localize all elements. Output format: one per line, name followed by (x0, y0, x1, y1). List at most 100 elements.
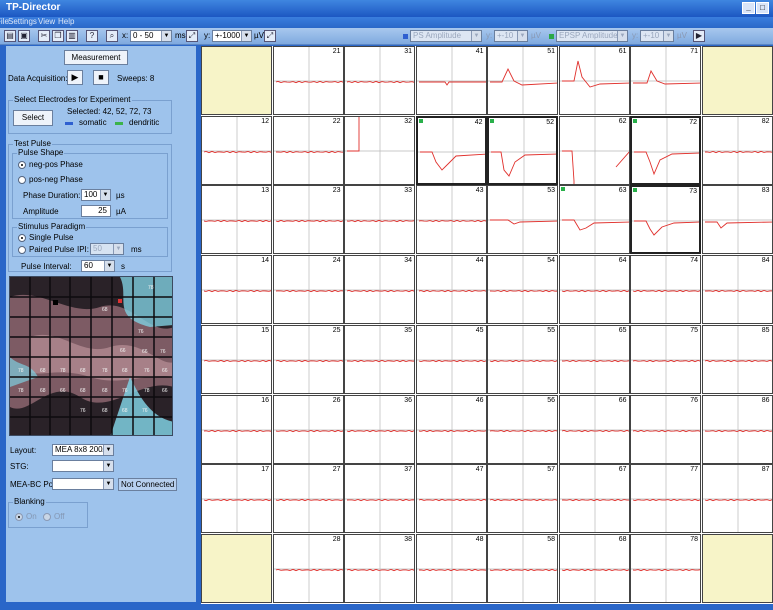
electrode-cell[interactable]: 51 (487, 46, 558, 115)
electrode-cell[interactable]: 43 (415, 185, 487, 255)
electrode-cell[interactable]: 24 (272, 255, 344, 325)
electrode-cell[interactable]: 55 (487, 324, 558, 394)
electrode-cell[interactable]: 27 (272, 464, 344, 534)
maximize-button[interactable]: □ (756, 2, 769, 14)
electrode-cell[interactable]: 35 (344, 324, 415, 394)
select-button[interactable]: Select (13, 110, 53, 126)
electrode-cell[interactable]: 82 (701, 115, 773, 185)
stg-select[interactable]: ▼ (52, 460, 114, 472)
autoscale-y-icon[interactable]: ⤢ (264, 30, 276, 42)
blanking-on-radio[interactable] (15, 513, 23, 521)
autoscale-x-icon[interactable]: ⤢ (186, 30, 198, 42)
meabc-port-select[interactable]: ▼ (52, 478, 114, 490)
electrode-cell[interactable]: 31 (344, 46, 415, 115)
electrode-cell[interactable]: 87 (701, 464, 773, 534)
menu-help[interactable]: Help (58, 17, 74, 26)
electrode-cell[interactable]: 71 (630, 46, 701, 115)
electrode-cell[interactable]: 58 (487, 533, 558, 603)
electrode-cell[interactable]: 75 (630, 324, 701, 394)
ipi-select[interactable]: 50 ▼ (90, 243, 124, 255)
play-small-icon[interactable]: ▶ (693, 30, 705, 42)
save-icon[interactable]: ▣ (18, 30, 30, 42)
electrode-cell[interactable]: 65 (558, 324, 630, 394)
electrode-cell[interactable] (201, 533, 272, 603)
pulse-interval-select[interactable]: 60 ▼ (81, 260, 115, 272)
electrode-cell[interactable]: 57 (487, 464, 558, 534)
electrode-cell[interactable]: 54 (487, 255, 558, 325)
electrode-cell[interactable]: 37 (344, 464, 415, 534)
electrode-cell[interactable]: 36 (344, 394, 415, 464)
electrode-cell[interactable]: 73 (630, 185, 701, 255)
tissue-photo[interactable]: 68 78 76 66 66 76 78 68 78 68 78 68 76 66 78 68 66 68 68 76… (9, 276, 173, 436)
electrode-cell[interactable]: 45 (415, 324, 487, 394)
amplitude-field[interactable]: 25 (81, 205, 111, 217)
paste-icon[interactable]: ▥ (66, 30, 78, 42)
electrode-cell[interactable]: 61 (558, 46, 630, 115)
copy-icon[interactable]: ❐ (52, 30, 64, 42)
electrode-cell[interactable]: 77 (630, 464, 701, 534)
electrode-cell[interactable]: 44 (415, 255, 487, 325)
electrode-cell[interactable]: 68 (558, 533, 630, 603)
y-range-select[interactable]: +-1000 ▼ (212, 30, 252, 42)
ps-y-range-select[interactable]: +-10 ▼ (494, 30, 528, 42)
electrode-cell[interactable] (701, 46, 773, 115)
zoom-icon[interactable]: ⌕ (106, 30, 118, 42)
electrode-cell[interactable]: 28 (272, 533, 344, 603)
measurement-button[interactable]: Measurement (64, 50, 128, 65)
electrode-cell[interactable] (201, 46, 272, 115)
minimize-button[interactable]: _ (742, 2, 755, 14)
electrode-cell[interactable]: 78 (630, 533, 701, 603)
electrode-cell[interactable]: 41 (415, 46, 487, 115)
electrode-cell[interactable]: 83 (701, 185, 773, 255)
electrode-cell[interactable]: 56 (487, 394, 558, 464)
electrode-cell[interactable]: 62 (558, 115, 630, 185)
electrode-cell[interactable]: 74 (630, 255, 701, 325)
electrode-cell[interactable]: 17 (201, 464, 272, 534)
electrode-cell[interactable]: 16 (201, 394, 272, 464)
x-range-select[interactable]: 0 - 50 ▼ (130, 30, 172, 42)
electrode-cell[interactable]: 47 (415, 464, 487, 534)
phase-duration-select[interactable]: 100 ▼ (81, 189, 111, 201)
electrode-cell[interactable]: 32 (344, 115, 415, 185)
electrode-cell[interactable]: 13 (201, 185, 272, 255)
electrode-cell[interactable]: 53 (487, 185, 558, 255)
menu-settings[interactable]: Settings (8, 17, 37, 26)
cut-icon[interactable]: ✂ (38, 30, 50, 42)
help-icon[interactable]: ? (86, 30, 98, 42)
electrode-cell[interactable]: 46 (415, 394, 487, 464)
blanking-off-radio[interactable] (43, 513, 51, 521)
electrode-cell[interactable]: 52 (487, 115, 558, 185)
play-button[interactable]: ▶ (67, 70, 83, 85)
stop-button[interactable]: ■ (93, 70, 109, 85)
electrode-cell[interactable]: 25 (272, 324, 344, 394)
electrode-cell[interactable]: 48 (415, 533, 487, 603)
electrode-cell[interactable]: 38 (344, 533, 415, 603)
electrode-cell[interactable]: 12 (201, 115, 272, 185)
open-icon[interactable]: ▤ (4, 30, 16, 42)
pos-neg-radio[interactable] (18, 176, 26, 184)
electrode-cell[interactable]: 15 (201, 324, 272, 394)
paired-pulse-radio[interactable] (18, 246, 26, 254)
electrode-cell[interactable]: 33 (344, 185, 415, 255)
electrode-cell[interactable]: 84 (701, 255, 773, 325)
electrode-cell[interactable]: 14 (201, 255, 272, 325)
single-pulse-radio[interactable] (18, 234, 26, 242)
menu-view[interactable]: View (38, 17, 55, 26)
electrode-cell[interactable]: 66 (558, 394, 630, 464)
electrode-cell[interactable] (701, 533, 773, 603)
epsp-amplitude-select[interactable]: EPSP Amplitude ▼ (556, 30, 628, 42)
electrode-cell[interactable]: 22 (272, 115, 344, 185)
electrode-cell[interactable]: 72 (630, 115, 701, 185)
electrode-cell[interactable]: 23 (272, 185, 344, 255)
electrode-cell[interactable]: 76 (630, 394, 701, 464)
neg-pos-radio[interactable] (18, 161, 26, 169)
electrode-cell[interactable]: 63 (558, 185, 630, 255)
electrode-cell[interactable]: 86 (701, 394, 773, 464)
electrode-cell[interactable]: 67 (558, 464, 630, 534)
epsp-y-range-select[interactable]: +-10 ▼ (640, 30, 674, 42)
electrode-cell[interactable]: 64 (558, 255, 630, 325)
electrode-cell[interactable]: 26 (272, 394, 344, 464)
electrode-cell[interactable]: 42 (415, 115, 487, 185)
layout-select[interactable]: MEA 8x8 200/3 ▼ (52, 444, 114, 456)
ps-amplitude-select[interactable]: PS Amplitude ▼ (410, 30, 482, 42)
